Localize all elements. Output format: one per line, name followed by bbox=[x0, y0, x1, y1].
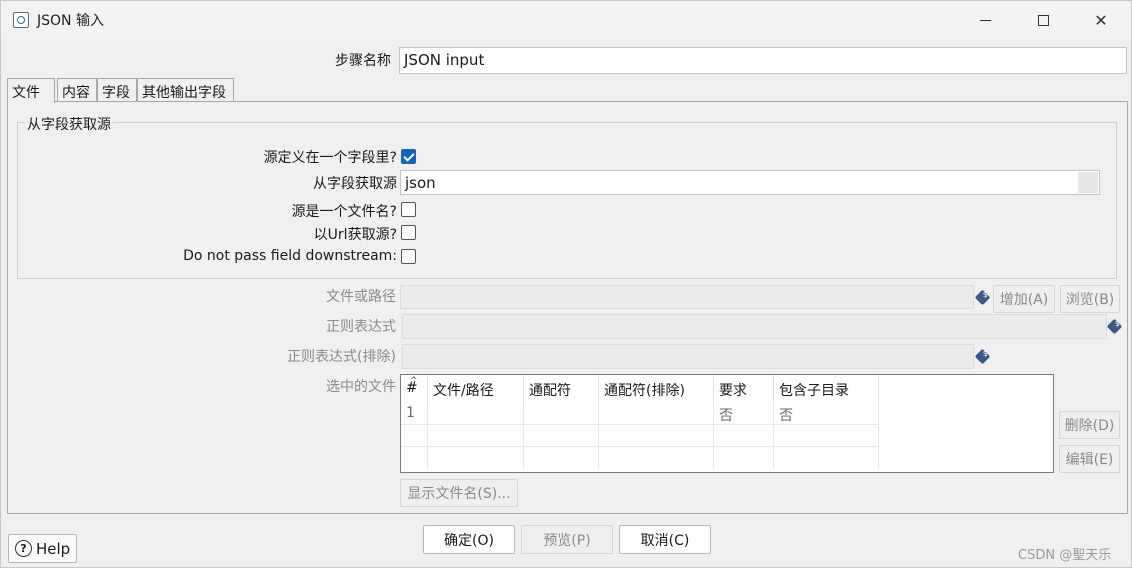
json-input-dialog: JSON 输入 ✕ 步骤名称 JSON input 文件 内容 字段 其他输出字… bbox=[0, 0, 1132, 568]
defined-in-field-checkbox[interactable] bbox=[401, 149, 416, 164]
source-group-title: 从字段获取源 bbox=[25, 114, 113, 134]
regex-input[interactable] bbox=[402, 314, 1107, 339]
help-label: Help bbox=[36, 539, 71, 558]
source-field-combo[interactable]: json bbox=[400, 170, 1100, 195]
combo-dropdown-button[interactable] bbox=[1078, 172, 1098, 193]
no-pass-downstream-label: Do not pass field downstream: bbox=[183, 248, 397, 264]
maximize-button[interactable] bbox=[1014, 1, 1072, 39]
minimize-icon bbox=[979, 19, 991, 21]
table-empty-cell bbox=[401, 447, 428, 469]
step-name-input[interactable]: JSON input bbox=[399, 47, 1127, 74]
delete-button[interactable]: 删除(D) bbox=[1059, 411, 1120, 439]
maximize-icon bbox=[1037, 14, 1049, 26]
edit-button[interactable]: 编辑(E) bbox=[1059, 445, 1120, 473]
is-filename-checkbox[interactable] bbox=[401, 202, 416, 217]
table-header-wildcard-exclude[interactable]: 通配符(排除) bbox=[599, 375, 714, 403]
table-header-include-subdirs[interactable]: 包含子目录 bbox=[774, 375, 879, 403]
source-field-label: 从字段获取源 bbox=[313, 176, 397, 192]
table-empty-cell bbox=[599, 447, 714, 469]
table-empty-cell bbox=[524, 425, 599, 447]
table-cell-path[interactable] bbox=[428, 403, 524, 425]
table-cell-wildcard[interactable] bbox=[524, 403, 599, 425]
from-url-checkbox[interactable] bbox=[401, 225, 416, 240]
table-header-wildcard[interactable]: 通配符 bbox=[524, 375, 599, 403]
table-header-required[interactable]: 要求 bbox=[714, 375, 774, 403]
table-header-path[interactable]: 文件/路径 bbox=[428, 375, 524, 403]
file-path-label: 文件或路径 bbox=[326, 289, 396, 305]
is-filename-label: 源是一个文件名? bbox=[291, 204, 397, 220]
minimize-button[interactable] bbox=[956, 1, 1014, 39]
show-filenames-button[interactable]: 显示文件名(S)... bbox=[400, 479, 518, 507]
table-empty-cell bbox=[774, 447, 879, 469]
table-empty-cell bbox=[714, 425, 774, 447]
close-icon: ✕ bbox=[1094, 10, 1108, 30]
help-button[interactable]: ? Help bbox=[8, 534, 77, 563]
regex-label: 正则表达式 bbox=[326, 319, 396, 335]
step-name-label: 步骤名称 bbox=[335, 53, 391, 69]
table-empty-cell bbox=[774, 425, 879, 447]
selected-files-table[interactable]: ^ # 文件/路径 通配符 通配符(排除) 要求 包含子目录 1 否 否 bbox=[400, 374, 1054, 473]
tab-file[interactable]: 文件 bbox=[7, 78, 55, 103]
from-url-label: 以Url获取源? bbox=[313, 227, 397, 243]
table-cell-wildcard-exclude[interactable] bbox=[599, 403, 714, 425]
browse-button[interactable]: 浏览(B) bbox=[1060, 285, 1120, 313]
table-empty-cell bbox=[714, 447, 774, 469]
tab-content[interactable]: 内容 bbox=[57, 78, 97, 102]
tab-other-output-fields[interactable]: 其他输出字段 bbox=[137, 78, 234, 102]
close-button[interactable]: ✕ bbox=[1072, 1, 1130, 39]
table-row-index: 1 bbox=[401, 403, 428, 425]
selected-files-label: 选中的文件 bbox=[326, 379, 396, 395]
add-file-button[interactable]: 增加(A) bbox=[993, 285, 1055, 313]
table-empty-cell bbox=[401, 425, 428, 447]
table-empty-cell bbox=[524, 447, 599, 469]
no-pass-downstream-checkbox[interactable] bbox=[401, 249, 416, 264]
source-field-value: json bbox=[405, 174, 436, 192]
sort-up-icon: ^ bbox=[410, 376, 418, 386]
table-empty-cell bbox=[599, 425, 714, 447]
file-path-input[interactable] bbox=[400, 285, 974, 309]
ok-button[interactable]: 确定(O) bbox=[423, 525, 515, 554]
cancel-button[interactable]: 取消(C) bbox=[619, 525, 711, 554]
preview-button[interactable]: 预览(P) bbox=[521, 525, 613, 554]
watermark: CSDN @聖天乐 bbox=[1018, 548, 1112, 563]
help-icon: ? bbox=[15, 540, 32, 557]
table-empty-cell bbox=[428, 447, 524, 469]
table-cell-include-subdirs[interactable]: 否 bbox=[774, 403, 879, 425]
table-header-index[interactable]: ^ # bbox=[401, 375, 428, 403]
window-title: JSON 输入 bbox=[37, 13, 104, 29]
json-input-icon bbox=[13, 12, 29, 28]
table-empty-cell bbox=[428, 425, 524, 447]
tab-fields[interactable]: 字段 bbox=[97, 78, 137, 102]
regex-exclude-label: 正则表达式(排除) bbox=[287, 349, 396, 365]
regex-exclude-input[interactable] bbox=[402, 344, 974, 369]
title-bar: JSON 输入 ✕ bbox=[1, 1, 1131, 39]
defined-in-field-label: 源定义在一个字段里? bbox=[263, 150, 397, 166]
table-cell-required[interactable]: 否 bbox=[714, 403, 774, 425]
